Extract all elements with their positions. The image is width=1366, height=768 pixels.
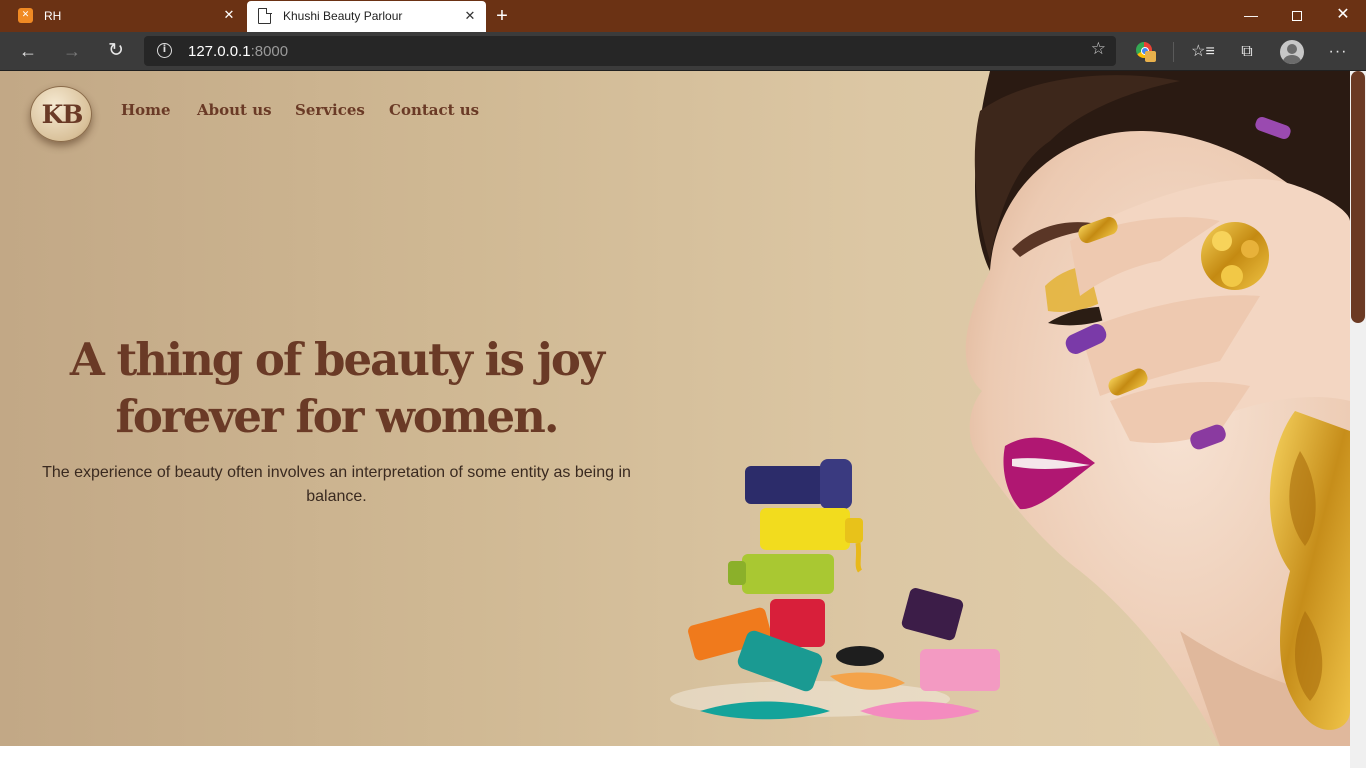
headline-line-1: A thing of beauty is joy <box>69 333 605 386</box>
favorite-star-icon[interactable]: ☆ <box>1091 39 1106 59</box>
nail-polish-bottles <box>670 459 1000 720</box>
scrollbar-thumb[interactable] <box>1351 71 1365 323</box>
tab-title: RH <box>44 9 62 23</box>
info-icon[interactable]: i <box>157 43 172 58</box>
hero-section: KB Home About us Services Contact us A t… <box>0 71 1350 746</box>
tab-khushi-beauty-parlour[interactable]: Khushi Beauty Parlour ✕ <box>247 1 486 32</box>
hero-subtext: The experience of beauty often involves … <box>42 464 631 505</box>
nav-link-about-us[interactable]: About us <box>197 101 272 119</box>
logo-text: KB <box>41 100 84 129</box>
browser-tabbar: ✕ RH ✕ Khushi Beauty Parlour ✕ + — ✕ <box>0 0 1366 32</box>
collections-icon[interactable]: ⧉ <box>1232 37 1262 67</box>
new-tab-button[interactable]: + <box>490 4 514 28</box>
page-scrollbar[interactable] <box>1350 71 1366 768</box>
browser-toolbar: ← → ↻ i 127.0.0.1:8000 ☆ <box>0 32 1366 71</box>
nav-link-home[interactable]: Home <box>121 101 171 119</box>
nav-link-contact-us[interactable]: Contact us <box>389 101 479 119</box>
back-icon[interactable]: ← <box>12 36 44 66</box>
page-icon <box>258 7 272 24</box>
favorites-icon[interactable]: ☆≡ <box>1188 37 1218 67</box>
more-menu-icon[interactable]: ··· <box>1323 37 1353 67</box>
hero-headline: A thing of beauty is joy forever for wom… <box>40 331 633 445</box>
forward-icon[interactable]: → <box>56 36 88 66</box>
address-bar[interactable]: i 127.0.0.1:8000 ☆ <box>144 36 1116 66</box>
tab-rh[interactable]: ✕ RH ✕ <box>0 0 245 32</box>
close-tab-icon[interactable]: ✕ <box>462 8 478 24</box>
reload-icon[interactable]: ↻ <box>100 36 132 66</box>
extension-icon[interactable] <box>1136 42 1156 62</box>
url-host: 127.0.0.1 <box>188 43 251 60</box>
restore-button[interactable] <box>1274 0 1320 32</box>
page-below-fold <box>0 746 1350 768</box>
headline-line-2: forever for women. <box>115 390 560 443</box>
site-logo[interactable]: KB <box>30 86 92 142</box>
tab-title: Khushi Beauty Parlour <box>283 9 403 23</box>
toolbar-divider <box>1173 42 1174 62</box>
page-viewport: KB Home About us Services Contact us A t… <box>0 71 1366 768</box>
hero-image <box>670 71 1350 746</box>
close-tab-icon[interactable]: ✕ <box>221 7 237 23</box>
close-window-button[interactable]: ✕ <box>1320 0 1366 32</box>
nav-link-services[interactable]: Services <box>295 101 365 119</box>
xampp-icon: ✕ <box>18 8 33 23</box>
url-port: :8000 <box>250 43 289 60</box>
url-text[interactable]: 127.0.0.1:8000 <box>188 43 288 60</box>
minimize-button[interactable]: — <box>1228 0 1274 32</box>
profile-avatar-icon[interactable] <box>1280 40 1304 64</box>
